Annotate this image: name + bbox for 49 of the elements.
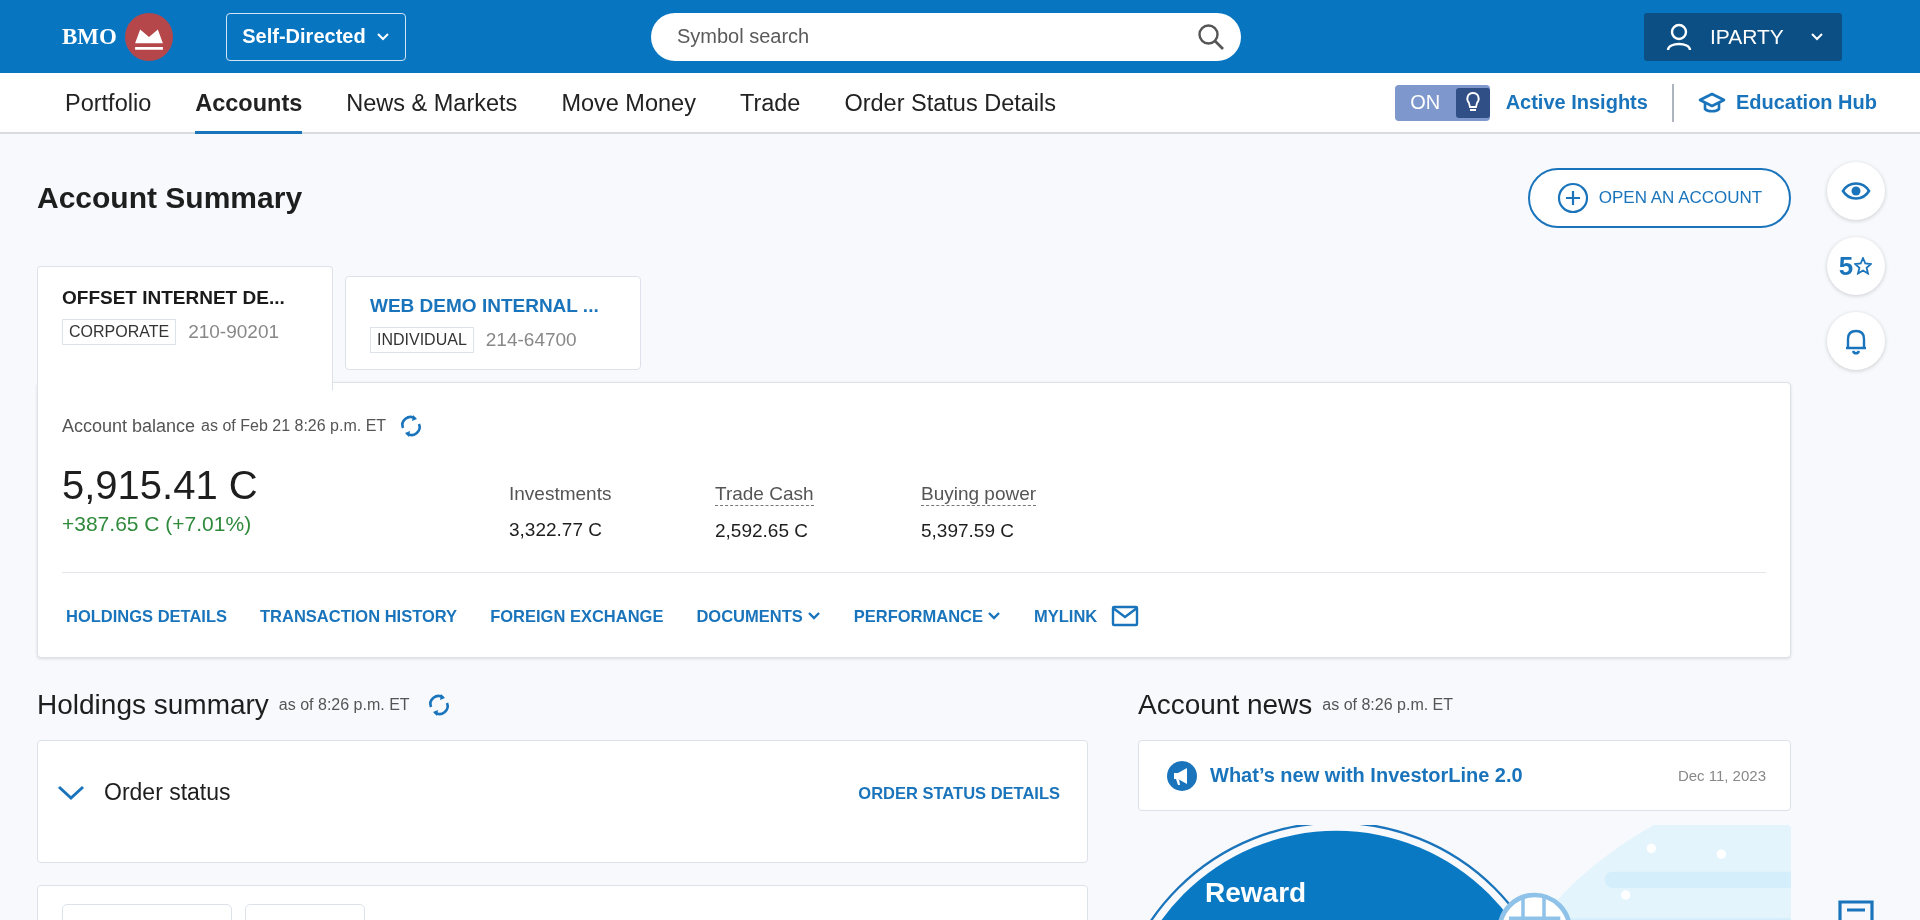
news-link[interactable]: What’s new with InvestorLine 2.0 (1210, 764, 1523, 787)
section-title: Holdings summary (37, 689, 269, 721)
account-link[interactable]: TRANSACTION HISTORY (260, 605, 458, 627)
rating-button[interactable]: 5 (1826, 237, 1885, 295)
account-link[interactable]: MYLINK (1034, 605, 1140, 627)
account-link[interactable]: FOREIGN EXCHANGE (490, 605, 664, 627)
nav-tab[interactable]: Accounts (195, 73, 303, 134)
account-number: 210-90201 (188, 321, 280, 343)
balance-label: Account balance (62, 415, 196, 437)
open-account-button[interactable]: OPEN AN ACCOUNT (1528, 168, 1791, 228)
account-type-tag: INDIVIDUAL (370, 327, 474, 353)
account-number: 214-64700 (485, 329, 577, 351)
metric-label: Investments (509, 483, 612, 505)
dropdown-link[interactable]: DOCUMENTS (696, 605, 821, 627)
nav-tab[interactable]: Move Money (561, 73, 696, 134)
metric-value: 5,397.59 C (921, 520, 1014, 542)
balance-change: +387.65 C (+7.01%) (62, 512, 253, 536)
mode-dropdown[interactable]: Self-Directed (225, 12, 406, 61)
account-name: WEB DEMO INTERNAL ... (370, 295, 600, 317)
account-tab[interactable]: OFFSET INTERNET DE... CORPORATE 210-90201 (37, 266, 333, 391)
order-status-details-link[interactable]: ORDER STATUS DETAILS (858, 784, 1060, 803)
user-menu-button[interactable]: IPARTY (1643, 12, 1842, 61)
metric-label[interactable]: Buying power (921, 483, 1037, 506)
nav-tab[interactable]: Portfolio (65, 73, 152, 134)
metric-value: 3,322.77 C (509, 519, 602, 541)
insights-toggle[interactable]: ON (1394, 84, 1490, 121)
search-field[interactable]: Symbol search (650, 12, 1241, 61)
account-type-tag: CORPORATE (62, 319, 177, 345)
order-status-title: Order status (104, 779, 231, 806)
active-insights-link[interactable]: Active Insights (1505, 91, 1648, 114)
account-name: OFFSET INTERNET DE... (62, 287, 286, 309)
account-tab[interactable]: WEB DEMO INTERNAL ... INDIVIDUAL 214-64700 (345, 276, 641, 370)
nav-tab[interactable]: News & Markets (346, 73, 518, 134)
metric-value: 2,592.65 C (715, 520, 808, 542)
news-date: Dec 11, 2023 (1677, 767, 1766, 784)
section-title: Account news (1138, 689, 1313, 721)
metric-label[interactable]: Trade Cash (715, 483, 814, 506)
as-of-time: as of 8:26 p.m. ET (278, 696, 410, 714)
promo-headline: Reward (1205, 877, 1307, 909)
nav-tab[interactable]: Order Status Details (844, 73, 1057, 134)
account-link[interactable]: HOLDINGS DETAILS (66, 605, 228, 627)
page-title: Account Summary (37, 181, 303, 215)
logo-text: BMO (62, 23, 117, 50)
as-of-time: as of Feb 21 8:26 p.m. ET (201, 417, 387, 435)
balance-amount: 5,915.41 C (62, 463, 259, 508)
as-of-time: as of 8:26 p.m. ET (1322, 696, 1454, 714)
dropdown-link[interactable]: PERFORMANCE (853, 605, 1001, 627)
education-hub-link[interactable]: Education Hub (1697, 91, 1877, 114)
nav-tab[interactable]: Trade (739, 73, 801, 134)
